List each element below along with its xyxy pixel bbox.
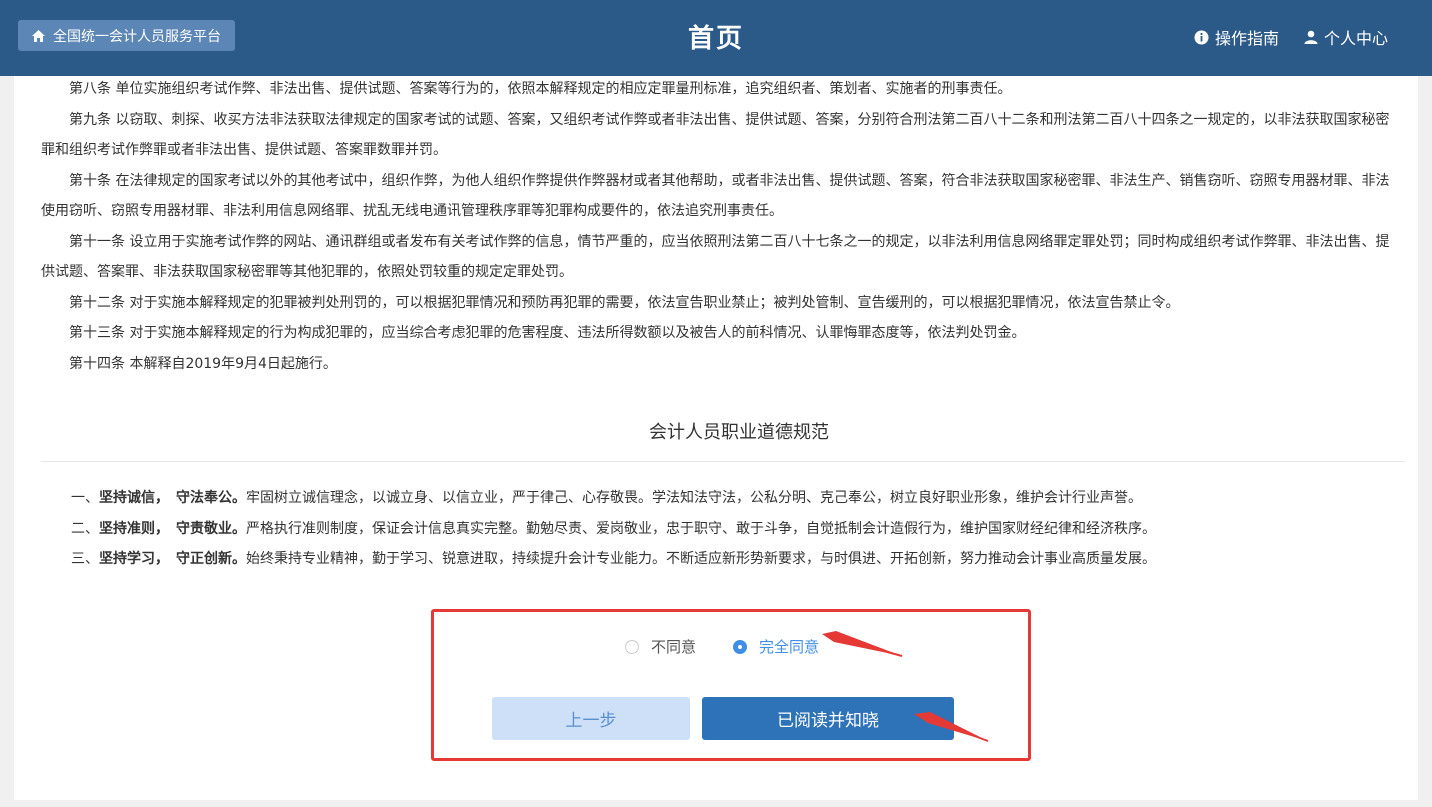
- operation-guide-link[interactable]: 操作指南: [1194, 25, 1279, 49]
- info-icon: [1194, 30, 1209, 44]
- personal-center-link[interactable]: 个人中心: [1304, 25, 1388, 49]
- ethics-item-text: 始终秉持专业精神，勤于学习、锐意进取，持续提升会计专业能力。不断适应新形势新要求…: [246, 551, 1156, 567]
- law-article-11: 第十一条 设立用于实施考试作弊的网站、通讯群组或者发布有关考试作弊的信息，情节严…: [41, 233, 1390, 281]
- ethics-item-number: 三、: [71, 551, 99, 567]
- agree-label: 完全同意: [759, 638, 820, 656]
- disagree-label: 不同意: [651, 638, 697, 656]
- law-article-9: 第九条 以窃取、刺探、收买方法非法获取法律规定的国家考试的试题、答案，又组织考试…: [41, 111, 1390, 159]
- ethics-item-text: 严格执行准则制度，保证会计信息真实完整。勤勉尽责、爱岗敬业，忠于职守、敢于斗争，…: [246, 520, 1156, 537]
- disagree-radio[interactable]: [625, 639, 639, 654]
- ethics-item-text: 牢固树立诚信理念，以诚立身、以信立业，严于律己、心存敬畏。学法知法守法，公私分明…: [246, 490, 1142, 506]
- read-and-acknowledge-button[interactable]: 已阅读并知晓: [702, 697, 954, 740]
- ethics-item-heading: 坚持诚信， 守法奉公。: [99, 490, 246, 506]
- ethics-list: 一、坚持诚信， 守法奉公。牢固树立诚信理念，以诚立身、以信立业，严于律己、心存敬…: [71, 483, 1411, 575]
- previous-step-button[interactable]: 上一步: [492, 697, 690, 740]
- agree-radio-option[interactable]: 完全同意: [733, 636, 819, 657]
- personal-center-label: 个人中心: [1324, 29, 1389, 48]
- user-icon: [1304, 30, 1318, 44]
- ethics-item-number: 二、: [71, 520, 99, 537]
- agree-radio[interactable]: [733, 639, 747, 654]
- law-article-8: 第八条 单位实施组织考试作弊、非法出售、提供试题、答案等行为的，依照本解释规定的…: [69, 81, 1012, 97]
- law-article-10: 第十条 在法律规定的国家考试以外的其他考试中，组织作弊，为他人组织作弊提供作弊器…: [41, 172, 1390, 220]
- ethics-item-number: 一、: [71, 490, 99, 506]
- operation-guide-label: 操作指南: [1215, 29, 1280, 48]
- disagree-radio-option[interactable]: 不同意: [625, 636, 696, 657]
- divider: [41, 461, 1405, 462]
- law-articles: 第八条 单位实施组织考试作弊、非法出售、提供试题、答案等行为的，依照本解释规定的…: [41, 74, 1401, 379]
- law-article-12: 第十二条 对于实施本解释规定的犯罪被判处刑罚的，可以根据犯罪情况和预防再犯罪的需…: [69, 294, 1180, 311]
- ethics-item: 三、坚持学习， 守正创新。始终秉持专业精神，勤于学习、锐意进取，持续提升会计专业…: [71, 544, 1411, 575]
- top-header: 全国统一会计人员服务平台 首页 操作指南 个人中心: [0, 0, 1432, 76]
- ethics-item-heading: 坚持学习， 守正创新。: [99, 551, 246, 567]
- main-content: 第八条 单位实施组织考试作弊、非法出售、提供试题、答案等行为的，依照本解释规定的…: [14, 76, 1418, 800]
- ethics-item-heading: 坚持准则， 守责敬业。: [99, 520, 246, 537]
- ethics-item: 一、坚持诚信， 守法奉公。牢固树立诚信理念，以诚立身、以信立业，严于律己、心存敬…: [71, 483, 1411, 514]
- law-article-14: 第十四条 本解释自2019年9月4日起施行。: [69, 355, 337, 372]
- law-article-13: 第十三条 对于实施本解释规定的行为构成犯罪的，应当综合考虑犯罪的危害程度、违法所…: [69, 325, 1026, 341]
- ethics-title: 会计人员职业道德规范: [649, 422, 829, 443]
- ethics-item: 二、坚持准则， 守责敬业。严格执行准则制度，保证会计信息真实完整。勤勉尽责、爱岗…: [71, 514, 1411, 545]
